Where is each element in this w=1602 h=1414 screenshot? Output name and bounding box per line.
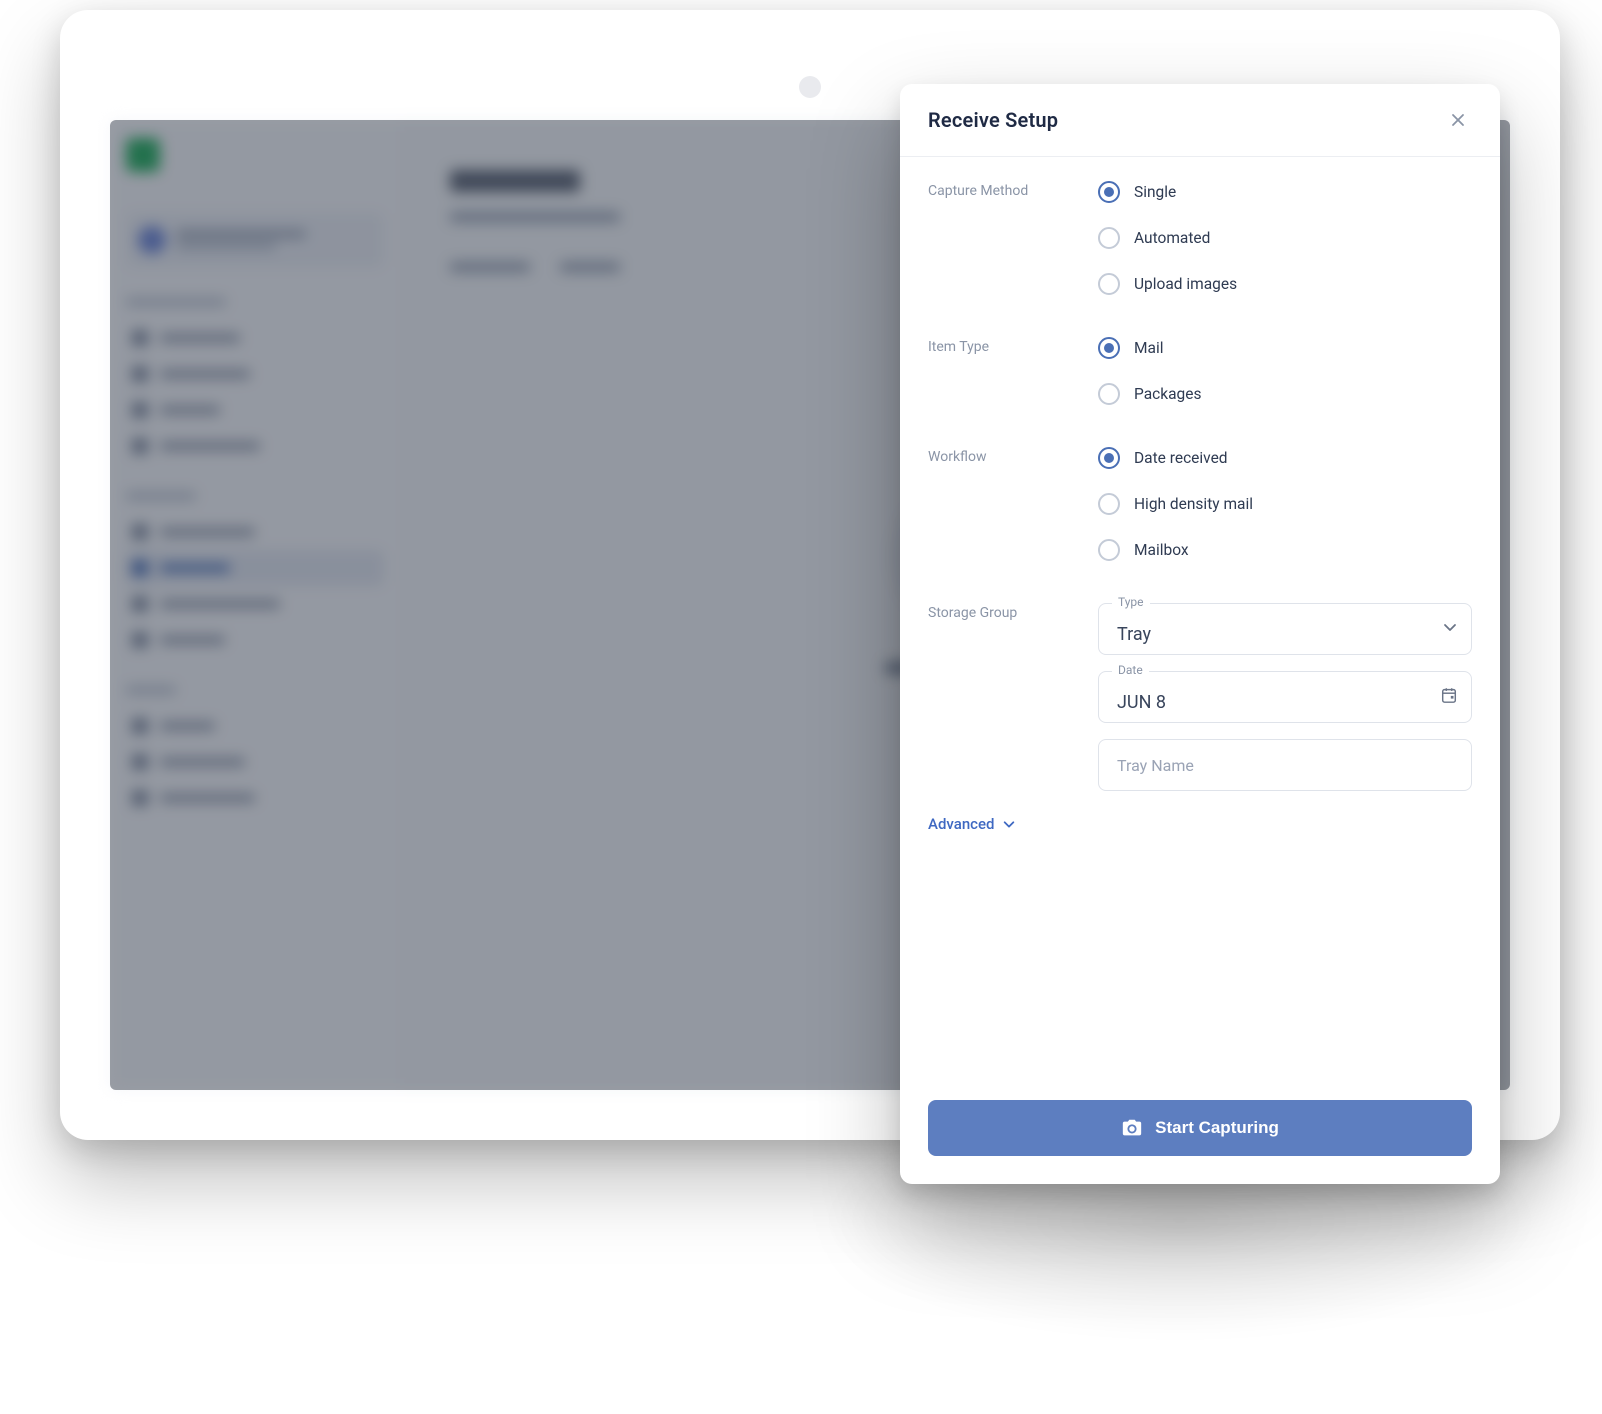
- receive-setup-panel: Receive Setup Capture Method Single: [900, 84, 1500, 1184]
- item-type-radio-group: Mail Packages: [1098, 337, 1472, 405]
- radio-icon: [1098, 447, 1120, 469]
- camera-icon: [1121, 1117, 1143, 1139]
- radio-icon: [1098, 337, 1120, 359]
- radio-capture-upload-images[interactable]: Upload images: [1098, 273, 1472, 295]
- radio-icon: [1098, 273, 1120, 295]
- workflow-label: Workflow: [928, 447, 1098, 561]
- chevron-down-icon: [1002, 817, 1016, 831]
- radio-label: Mail: [1134, 339, 1164, 357]
- advanced-label: Advanced: [928, 815, 994, 833]
- radio-workflow-date-received[interactable]: Date received: [1098, 447, 1472, 469]
- storage-group-label: Storage Group: [928, 603, 1098, 791]
- workflow-radio-group: Date received High density mail Mailbox: [1098, 447, 1472, 561]
- storage-date-input[interactable]: Date JUN 8: [1098, 671, 1472, 723]
- storage-date-value: JUN 8: [1117, 692, 1166, 713]
- tablet-camera-dot: [799, 76, 821, 98]
- item-type-label: Item Type: [928, 337, 1098, 405]
- close-button[interactable]: [1444, 106, 1472, 134]
- capture-method-label: Capture Method: [928, 181, 1098, 295]
- start-capturing-label: Start Capturing: [1155, 1118, 1279, 1138]
- storage-type-floating-label: Type: [1112, 595, 1150, 609]
- calendar-icon: [1440, 686, 1458, 708]
- storage-type-value: Tray: [1117, 624, 1151, 645]
- panel-title: Receive Setup: [928, 108, 1058, 132]
- chevron-down-icon: [1442, 619, 1458, 639]
- advanced-toggle[interactable]: Advanced: [928, 815, 1472, 833]
- radio-icon: [1098, 493, 1120, 515]
- start-capturing-button[interactable]: Start Capturing: [928, 1100, 1472, 1156]
- radio-capture-single[interactable]: Single: [1098, 181, 1472, 203]
- radio-label: Automated: [1134, 229, 1210, 247]
- radio-capture-automated[interactable]: Automated: [1098, 227, 1472, 249]
- radio-workflow-high-density-mail[interactable]: High density mail: [1098, 493, 1472, 515]
- radio-workflow-mailbox[interactable]: Mailbox: [1098, 539, 1472, 561]
- storage-type-select[interactable]: Type Tray: [1098, 603, 1472, 655]
- radio-item-packages[interactable]: Packages: [1098, 383, 1472, 405]
- radio-icon: [1098, 227, 1120, 249]
- storage-date-floating-label: Date: [1112, 663, 1149, 677]
- close-icon: [1450, 112, 1466, 128]
- radio-label: Date received: [1134, 449, 1228, 467]
- radio-icon: [1098, 539, 1120, 561]
- radio-icon: [1098, 383, 1120, 405]
- radio-label: Single: [1134, 183, 1176, 201]
- radio-label: Packages: [1134, 385, 1201, 403]
- capture-method-radio-group: Single Automated Upload images: [1098, 181, 1472, 295]
- radio-label: Upload images: [1134, 275, 1237, 293]
- radio-item-mail[interactable]: Mail: [1098, 337, 1472, 359]
- radio-label: High density mail: [1134, 495, 1253, 513]
- tray-name-input[interactable]: [1098, 739, 1472, 791]
- radio-icon: [1098, 181, 1120, 203]
- radio-label: Mailbox: [1134, 541, 1189, 559]
